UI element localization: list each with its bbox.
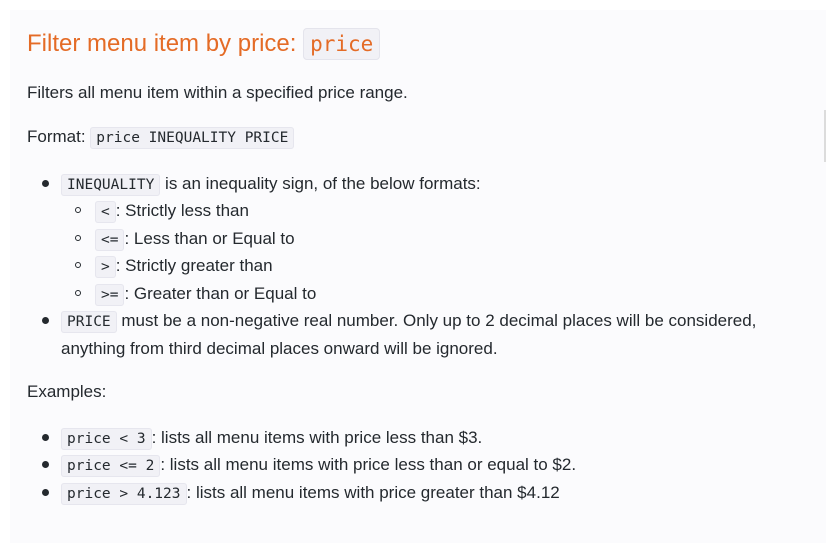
format-line: Format: price INEQUALITY PRICE — [27, 126, 295, 149]
example-code: price <= 2 — [61, 455, 161, 477]
sub-item-lt: <: Strictly less than — [95, 200, 249, 223]
sub-item-code: > — [95, 256, 116, 278]
param-price: PRICE must be a non-negative real number… — [61, 310, 756, 333]
sub-item-text: : Greater than or Equal to — [124, 284, 317, 303]
sub-item-text: : Less than or Equal to — [124, 229, 295, 248]
format-label: Format: — [27, 127, 91, 146]
sub-item-code: <= — [95, 229, 125, 251]
sub-item-gt: >: Strictly greater than — [95, 255, 273, 278]
example-item: price > 4.123: lists all menu items with… — [61, 482, 560, 505]
sub-item-code: >= — [95, 284, 125, 306]
param-inequality: INEQUALITY is an inequality sign, of the… — [61, 173, 481, 196]
example-text: : lists all menu items with price greate… — [186, 483, 560, 502]
document-page: Filter menu item by price: price Filters… — [10, 10, 826, 543]
param-text: must be a non-negative real number. Only… — [116, 311, 757, 330]
circle-bullet-icon — [75, 262, 81, 268]
bullet-icon — [42, 317, 49, 324]
section-heading: Filter menu item by price: price — [27, 28, 381, 60]
example-text: : lists all menu items with price less t… — [151, 428, 483, 447]
sub-item-code: < — [95, 201, 116, 223]
bullet-icon — [42, 489, 49, 496]
circle-bullet-icon — [75, 235, 81, 241]
sub-item-le: <=: Less than or Equal to — [95, 228, 295, 251]
example-code: price > 4.123 — [61, 483, 187, 505]
param-code: PRICE — [61, 311, 117, 333]
sub-item-ge: >=: Greater than or Equal to — [95, 283, 316, 306]
param-code: INEQUALITY — [61, 174, 161, 196]
bullet-icon — [42, 461, 49, 468]
examples-label: Examples: — [27, 382, 107, 401]
example-text: : lists all menu items with price less t… — [160, 455, 577, 474]
description: Filters all menu item within a specified… — [27, 83, 408, 102]
example-item: price <= 2: lists all menu items with pr… — [61, 454, 576, 477]
sub-item-text: : Strictly less than — [115, 201, 249, 220]
example-item: price < 3: lists all menu items with pri… — [61, 427, 482, 450]
circle-bullet-icon — [75, 207, 81, 213]
bullet-icon — [42, 180, 49, 187]
circle-bullet-icon — [75, 290, 81, 296]
bullet-icon — [42, 434, 49, 441]
param-price-continued: anything from third decimal places onwar… — [61, 339, 498, 358]
sub-item-text: : Strictly greater than — [115, 256, 273, 275]
heading-code: price — [303, 28, 381, 60]
param-text: is an inequality sign, of the below form… — [160, 174, 481, 193]
format-code: price INEQUALITY PRICE — [90, 127, 295, 149]
example-code: price < 3 — [61, 428, 152, 450]
heading-text: Filter menu item by price: — [27, 30, 304, 57]
